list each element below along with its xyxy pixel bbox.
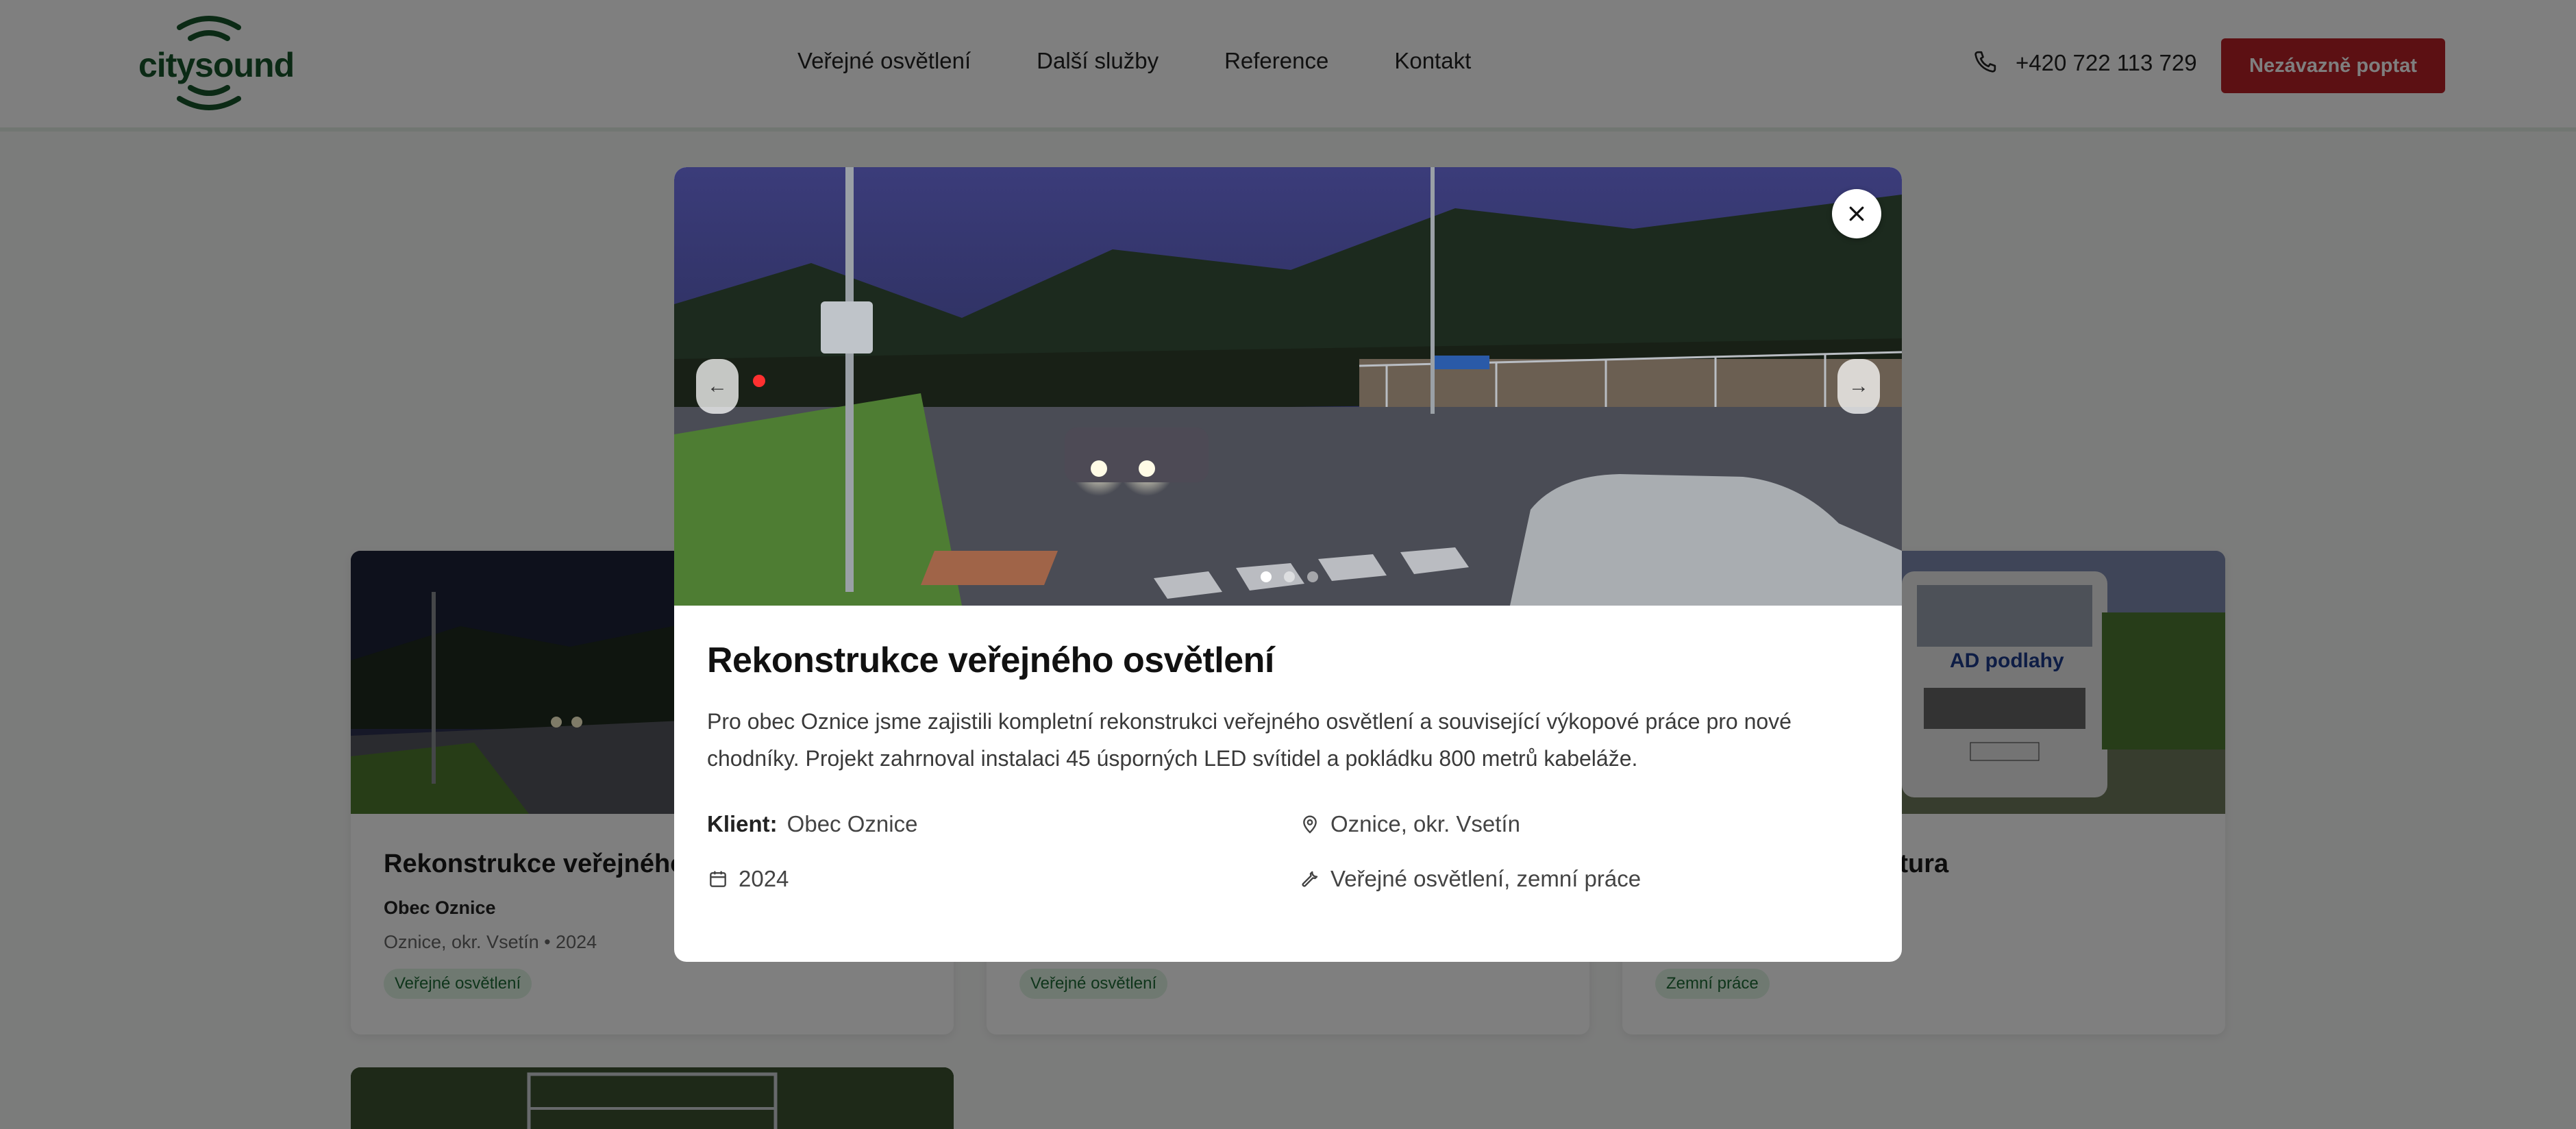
location-value: Oznice, okr. Vsetín	[1330, 811, 1520, 836]
carousel-dots	[1261, 571, 1318, 582]
carousel-dot[interactable]	[1307, 571, 1318, 582]
arrow-left-icon: ←	[707, 375, 728, 397]
year-info: 2024	[707, 866, 789, 892]
previous-image-button[interactable]: ←	[696, 359, 739, 414]
year-value: 2024	[739, 866, 789, 891]
close-icon	[1849, 206, 1864, 221]
modal-description: Pro obec Oznice jsme zajistili kompletní…	[707, 709, 1792, 771]
carousel-dot[interactable]	[1261, 571, 1272, 582]
client-label: Klient:	[707, 811, 778, 836]
reference-detail-modal: ← → Rekonstrukce veřejného osvětlení Pro…	[674, 167, 1902, 962]
arrow-right-icon: →	[1848, 375, 1869, 397]
modal-title: Rekonstrukce veřejného osvětlení	[707, 641, 1274, 680]
next-image-button[interactable]: →	[1837, 359, 1880, 414]
client-value: Obec Oznice	[787, 811, 918, 836]
wrench-icon	[1302, 871, 1318, 887]
carousel-dot[interactable]	[1284, 571, 1295, 582]
modal-photo	[674, 167, 1902, 606]
services-info: Veřejné osvětlení, zemní práce	[1299, 866, 1641, 892]
services-value: Veřejné osvětlení, zemní práce	[1330, 866, 1642, 891]
location-pin-icon	[1303, 815, 1317, 834]
close-modal-button[interactable]	[1832, 189, 1881, 238]
calendar-icon	[710, 871, 726, 887]
client-info: Klient: Obec Oznice	[707, 811, 917, 837]
location-info: Oznice, okr. Vsetín	[1299, 811, 1520, 837]
